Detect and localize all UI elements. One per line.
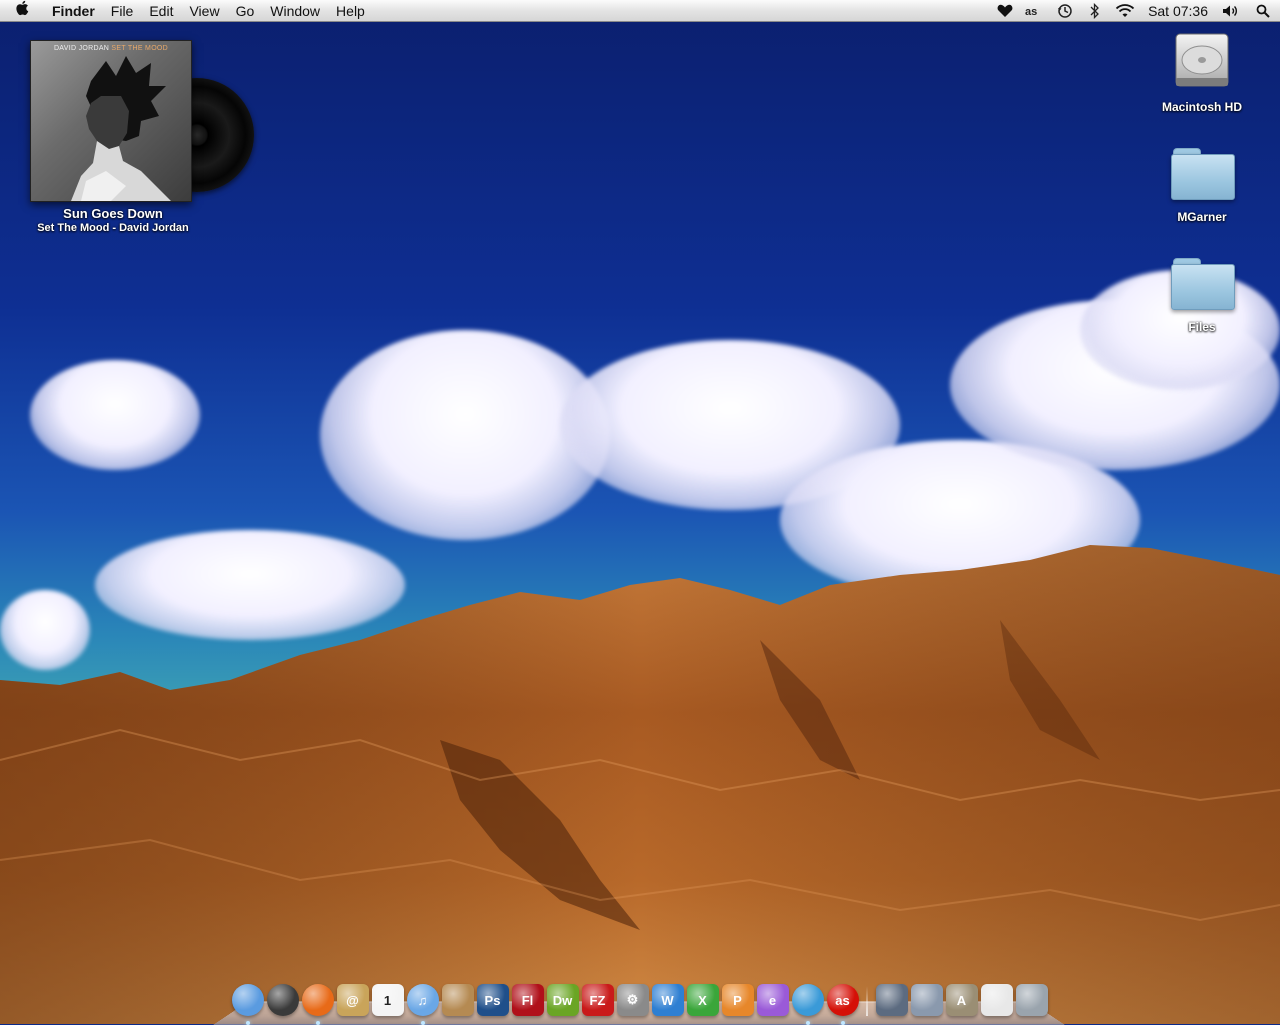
apple-logo-icon xyxy=(16,0,29,16)
address-book-icon[interactable]: @ xyxy=(336,984,369,1016)
folder-icon xyxy=(1171,258,1235,310)
messenger-icon[interactable] xyxy=(791,984,824,1025)
firefox-icon[interactable] xyxy=(301,984,334,1025)
address-book-icon-glyph: @ xyxy=(346,992,359,1008)
desktop-icon-mgarner[interactable]: MGarner xyxy=(1142,146,1262,230)
powerpoint-icon[interactable]: P xyxy=(721,984,754,1016)
iphoto-icon[interactable] xyxy=(441,984,474,1016)
menu-help[interactable]: Help xyxy=(328,0,373,22)
dashboard-icon[interactable] xyxy=(266,984,299,1016)
excel-icon-glyph: X xyxy=(698,992,707,1008)
running-indicator xyxy=(245,1021,250,1025)
trash-icon[interactable] xyxy=(1015,984,1048,1016)
desktop-icon-files[interactable]: Files xyxy=(1142,256,1262,340)
filezilla-icon[interactable]: FZ xyxy=(581,984,614,1016)
files-label: Files xyxy=(1188,320,1216,334)
menu-edit[interactable]: Edit xyxy=(141,0,181,22)
finder-icon[interactable] xyxy=(231,984,264,1025)
applications-stack-icon-glyph: A xyxy=(956,992,967,1008)
svg-text:as: as xyxy=(1025,6,1037,17)
desktop-icon-macintosh-hd[interactable]: Macintosh HD xyxy=(1142,30,1262,120)
time-machine-icon[interactable] xyxy=(1050,0,1080,22)
running-indicator xyxy=(315,1021,320,1025)
entourage-icon-glyph: e xyxy=(768,992,777,1008)
menu-extras: as Sat 07:36 xyxy=(990,0,1280,22)
photoshop-icon[interactable]: Ps xyxy=(476,984,509,1016)
now-playing-track: Sun Goes Down xyxy=(63,206,163,221)
entourage-icon[interactable]: e xyxy=(756,984,789,1016)
applications-stack-icon[interactable]: A xyxy=(945,984,978,1016)
bluetooth-icon[interactable] xyxy=(1080,0,1110,22)
album-cover: DAVID JORDAN SET THE MOOD xyxy=(30,40,192,202)
excel-icon[interactable]: X xyxy=(686,984,719,1016)
powerpoint-icon-glyph: P xyxy=(733,992,742,1008)
word-icon-glyph: W xyxy=(661,992,674,1008)
apple-menu-icon[interactable] xyxy=(0,0,44,21)
downloads-stack-icon[interactable] xyxy=(910,984,943,1016)
spotlight-search-icon[interactable] xyxy=(1246,0,1280,22)
flash-icon[interactable]: Fl xyxy=(511,984,544,1016)
portrait-image xyxy=(71,56,171,201)
running-indicator xyxy=(840,1021,845,1025)
itunes-icon-glyph: ♫ xyxy=(417,992,428,1008)
system-preferences-icon[interactable]: ⚙ xyxy=(616,984,649,1016)
ical-icon-glyph: 1 xyxy=(383,992,392,1008)
lastfm-app-icon[interactable]: as xyxy=(826,984,859,1025)
menu-window[interactable]: Window xyxy=(262,0,328,22)
lastfm-icon[interactable]: as xyxy=(1020,0,1050,22)
itunes-icon[interactable]: ♫ xyxy=(406,984,439,1025)
folder-icon xyxy=(1171,148,1235,200)
ical-icon[interactable]: 1 xyxy=(371,984,404,1016)
lastfm-app-icon-glyph: as xyxy=(835,992,850,1008)
heart-icon[interactable] xyxy=(990,0,1020,22)
mgarner-label: MGarner xyxy=(1177,210,1227,224)
word-icon[interactable]: W xyxy=(651,984,684,1016)
menu-view[interactable]: View xyxy=(181,0,227,22)
system-preferences-icon-glyph: ⚙ xyxy=(626,992,639,1007)
flash-icon-glyph: Fl xyxy=(521,992,534,1008)
dreamweaver-icon[interactable]: Dw xyxy=(546,984,579,1016)
menu-go[interactable]: Go xyxy=(228,0,263,22)
menu-finder[interactable]: Finder xyxy=(44,0,103,22)
dock: @1 ♫ Ps Fl Dw FZ ⚙ W X Pe as A xyxy=(230,976,1049,1025)
volume-icon[interactable] xyxy=(1216,0,1246,22)
menu-bar: Finder File Edit View Go Window Help as … xyxy=(0,0,1280,22)
wifi-icon[interactable] xyxy=(1110,0,1140,22)
mail-stack-icon[interactable] xyxy=(980,984,1013,1016)
menu-clock[interactable]: Sat 07:36 xyxy=(1140,3,1216,19)
hard-drive-icon xyxy=(1175,33,1229,87)
running-indicator xyxy=(805,1021,810,1025)
now-playing-subtitle: Set The Mood - David Jordan xyxy=(37,222,189,234)
menu-file[interactable]: File xyxy=(103,0,142,22)
macintosh-hd-label: Macintosh HD xyxy=(1161,100,1242,114)
dock-separator xyxy=(866,986,868,1016)
now-playing-widget[interactable]: DAVID JORDAN SET THE MOOD Sun Goes Down … xyxy=(30,40,254,240)
running-indicator xyxy=(420,1021,425,1025)
filezilla-icon-glyph: FZ xyxy=(589,992,606,1008)
photoshop-icon-glyph: Ps xyxy=(484,992,501,1008)
dreamweaver-icon-glyph: Dw xyxy=(552,992,573,1008)
documents-stack-icon[interactable] xyxy=(875,984,908,1016)
